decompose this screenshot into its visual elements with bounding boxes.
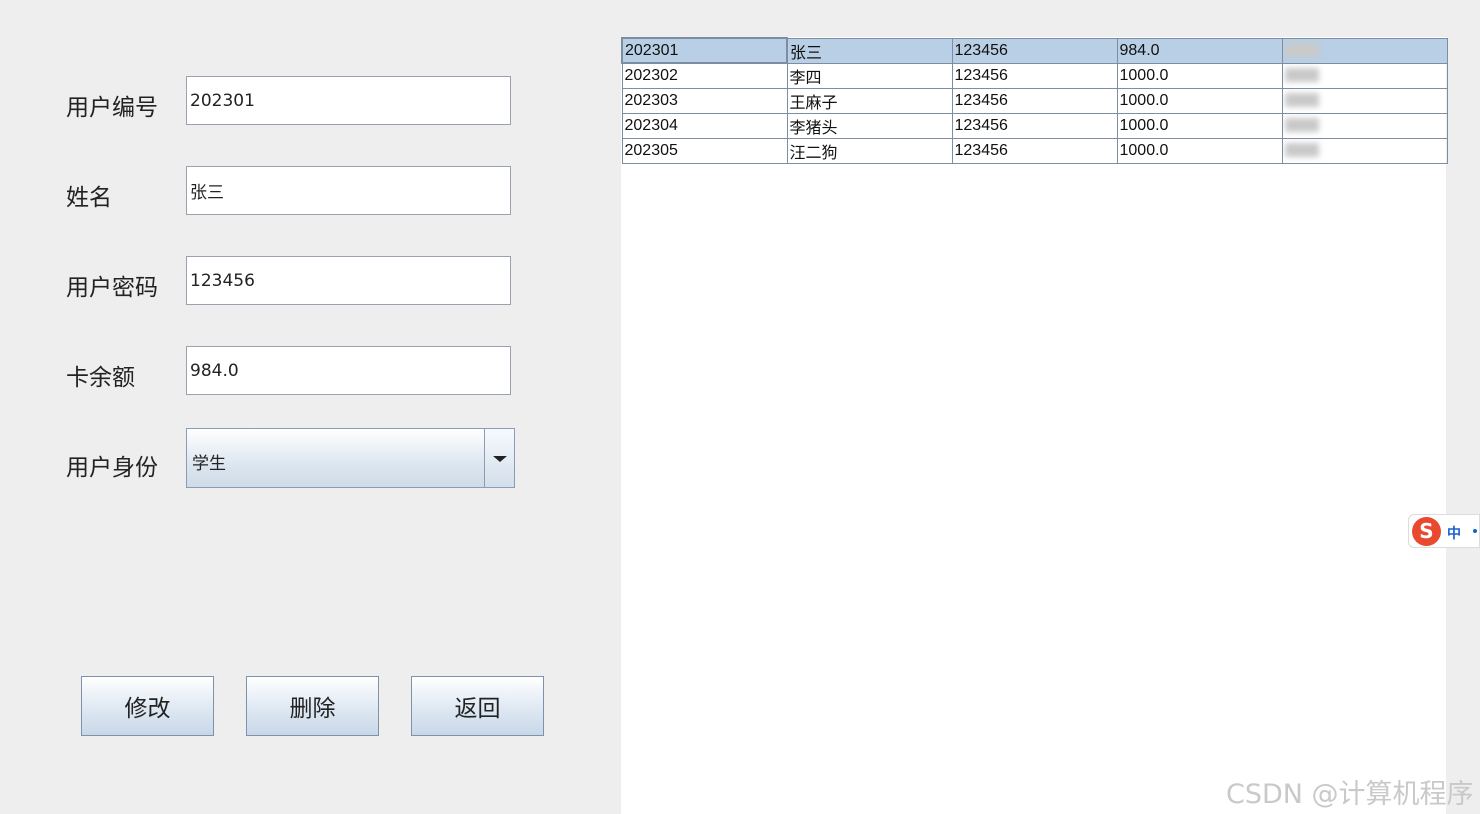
table-cell[interactable]: 123456 [951,137,1118,164]
table-cell[interactable]: 202305 [621,137,788,164]
name-field[interactable] [186,166,511,215]
table-cell-redacted[interactable] [1281,87,1448,114]
table-cell-redacted[interactable] [1281,112,1448,139]
table-cell-redacted[interactable] [1281,137,1448,164]
table-cell[interactable]: 王麻子 [786,87,953,114]
dropdown-toggle-button[interactable] [484,429,514,487]
name-label: 姓名 [66,185,112,211]
user-id-label: 用户编号 [66,95,158,121]
role-label: 用户身份 [66,455,158,481]
redacted-blur [1284,68,1319,83]
table-cell[interactable]: 1000.0 [1116,112,1283,139]
table-cell-redacted[interactable] [1281,62,1448,89]
password-label: 用户密码 [66,275,158,301]
table-cell[interactable]: 123456 [951,37,1118,64]
table-cell-redacted[interactable] [1281,37,1448,64]
table-cell[interactable]: 123456 [951,112,1118,139]
balance-label: 卡余额 [66,365,135,391]
table-cell[interactable]: 李四 [786,62,953,89]
table-cell[interactable]: 123456 [951,62,1118,89]
ime-dot-icon [1473,529,1477,533]
table-cell[interactable]: 202301 [621,37,788,64]
table-row[interactable]: 202305 汪二狗 123456 1000.0 [621,137,1448,164]
user-table: 202301 张三 123456 984.0 202302 李四 123456 1000.0 2… [621,37,1448,164]
table-cell[interactable]: 李猪头 [786,112,953,139]
table-row[interactable]: 202304 李猪头 123456 1000.0 [621,112,1448,139]
table-row[interactable]: 202302 李四 123456 1000.0 [621,62,1448,89]
table-row[interactable]: 202301 张三 123456 984.0 [621,37,1448,64]
table-cell[interactable]: 202302 [621,62,788,89]
table-cell[interactable]: 202303 [621,87,788,114]
ime-mode: 中 [1447,526,1461,542]
modify-button[interactable]: 修改 [81,676,214,736]
redacted-blur [1284,143,1319,158]
role-selected-value: 学生 [192,454,226,474]
table-cell[interactable]: 123456 [951,87,1118,114]
sogou-logo-icon: S [1412,517,1441,546]
redacted-blur [1284,93,1319,108]
password-field[interactable] [186,256,511,305]
user-table-panel: 202301 张三 123456 984.0 202302 李四 123456 1000.0 2… [621,37,1448,814]
table-row[interactable]: 202303 王麻子 123456 1000.0 [621,87,1448,114]
table-cell[interactable]: 1000.0 [1116,62,1283,89]
redacted-blur [1284,43,1319,58]
table-cell[interactable]: 984.0 [1116,37,1283,64]
table-cell[interactable]: 张三 [786,37,953,64]
balance-field[interactable] [186,346,511,395]
table-cell[interactable]: 1000.0 [1116,137,1283,164]
watermark: CSDN @计算机程序 [1226,779,1474,810]
role-dropdown[interactable]: 学生 [186,428,515,488]
chevron-down-icon [493,456,507,462]
redacted-blur [1284,118,1319,133]
delete-button[interactable]: 删除 [246,676,379,736]
ime-indicator[interactable]: S 中 [1408,514,1480,548]
back-button[interactable]: 返回 [411,676,544,736]
table-cell[interactable]: 202304 [621,112,788,139]
user-id-field[interactable] [186,76,511,125]
table-cell[interactable]: 汪二狗 [786,137,953,164]
table-cell[interactable]: 1000.0 [1116,87,1283,114]
